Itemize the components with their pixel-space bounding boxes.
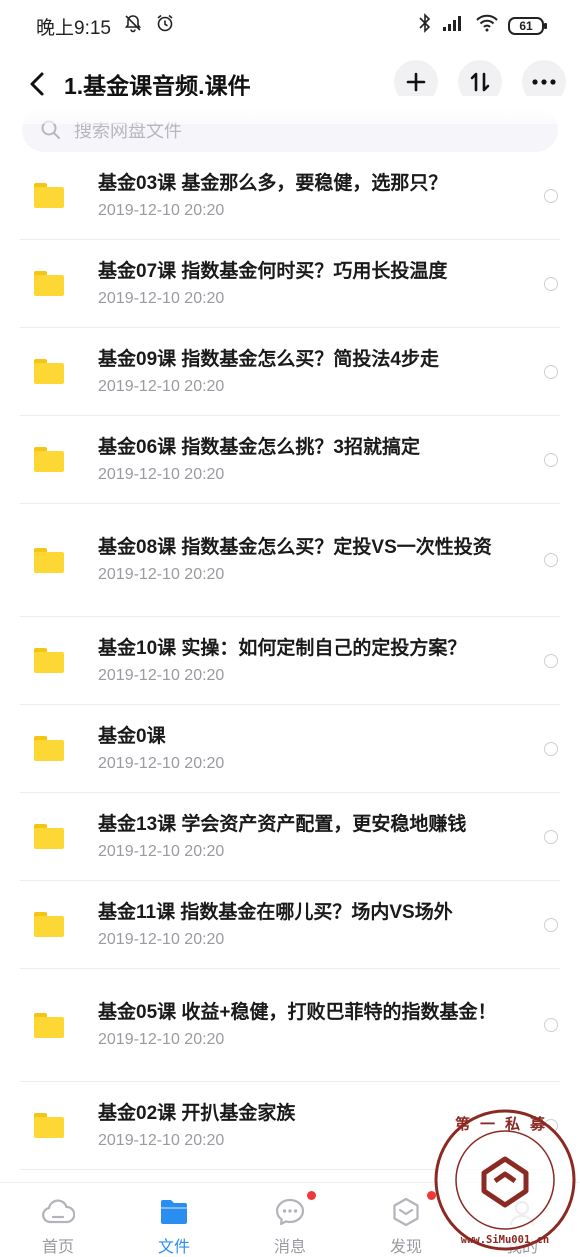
folder-icon bbox=[34, 1113, 64, 1138]
file-row[interactable]: 基金05课 收益+稳健，打败巴菲特的指数基金！ 2019-12-10 20:20 bbox=[20, 969, 560, 1082]
select-checkbox[interactable] bbox=[544, 276, 558, 291]
folder-icon bbox=[34, 271, 64, 296]
status-bar: 晚上9:15 61 bbox=[0, 0, 580, 52]
watermark-top-text: 第一私募 bbox=[455, 1115, 555, 1133]
select-checkbox[interactable] bbox=[544, 553, 558, 567]
file-name: 基金05课 收益+稳健，打败巴菲特的指数基金！ bbox=[98, 1002, 497, 1023]
more-dots-icon bbox=[532, 79, 556, 85]
file-name: 基金13课 学会资产资产配置，更安稳地赚钱 bbox=[98, 813, 467, 835]
file-date: 2019-12-10 20:20 bbox=[98, 1031, 225, 1048]
file-name: 基金06课 指数基金怎么挑？3招就搞定 bbox=[98, 436, 420, 458]
select-checkbox[interactable] bbox=[544, 829, 558, 844]
status-left: 晚上9:15 bbox=[36, 13, 175, 40]
file-name: 基金11课 指数基金在哪儿买？场内VS场外 bbox=[98, 901, 453, 923]
folder-icon bbox=[34, 736, 64, 761]
folder-icon bbox=[34, 359, 64, 384]
mute-bell-icon bbox=[123, 13, 143, 39]
status-time: 晚上9:15 bbox=[36, 17, 111, 39]
folder-icon bbox=[34, 824, 64, 849]
wifi-icon bbox=[476, 14, 498, 38]
cloud-icon bbox=[41, 1197, 75, 1227]
search-fade bbox=[0, 96, 580, 124]
file-row[interactable]: 基金0课 2019-12-10 20:20 bbox=[20, 705, 560, 793]
status-right: 61 bbox=[418, 13, 547, 39]
file-date: 2019-12-10 20:20 bbox=[98, 377, 225, 395]
file-name: 基金08课 指数基金怎么买？定投VS一次性投资 bbox=[98, 537, 492, 558]
chevron-left-icon bbox=[30, 72, 44, 96]
select-checkbox[interactable] bbox=[544, 653, 558, 668]
sort-icon bbox=[470, 72, 490, 92]
message-badge-dot bbox=[307, 1191, 316, 1200]
select-checkbox[interactable] bbox=[544, 188, 558, 203]
nav-home[interactable]: 首页 bbox=[0, 1183, 116, 1257]
select-checkbox[interactable] bbox=[544, 364, 558, 379]
alarm-icon bbox=[155, 13, 175, 39]
folder-icon bbox=[34, 1012, 64, 1038]
file-list: 基金03课 基金那么多，要稳健，选那只？ 2019-12-10 20:20 基金0… bbox=[0, 152, 580, 1170]
nav-messages[interactable]: 消息 bbox=[232, 1183, 348, 1257]
select-checkbox[interactable] bbox=[544, 452, 558, 467]
file-row[interactable]: 基金07课 指数基金何时买？巧用长投温度 2019-12-10 20:20 bbox=[20, 240, 560, 328]
file-date: 2019-12-10 20:20 bbox=[98, 289, 225, 307]
file-row[interactable]: 基金06课 指数基金怎么挑？3招就搞定 2019-12-10 20:20 bbox=[20, 416, 560, 504]
file-row[interactable]: 基金09课 指数基金怎么买？简投法4步走 2019-12-10 20:20 bbox=[20, 328, 560, 416]
bluetooth-icon bbox=[418, 13, 432, 39]
folder-icon bbox=[157, 1197, 191, 1227]
file-date: 2019-12-10 20:20 bbox=[98, 754, 225, 772]
folder-icon bbox=[34, 648, 64, 673]
plus-icon bbox=[406, 72, 426, 92]
file-date: 2019-12-10 20:20 bbox=[98, 465, 225, 483]
file-row[interactable]: 基金11课 指数基金在哪儿买？场内VS场外 2019-12-10 20:20 bbox=[20, 881, 560, 969]
chat-icon bbox=[273, 1197, 307, 1227]
file-name: 基金10课 实操：如何定制自己的定投方案？ bbox=[98, 637, 467, 659]
nav-label: 发现 bbox=[389, 1239, 422, 1256]
file-date: 2019-12-10 20:20 bbox=[98, 666, 225, 684]
nav-label: 首页 bbox=[41, 1239, 74, 1256]
battery-indicator: 61 bbox=[508, 17, 547, 35]
watermark-url-text: www.SiMu001.cn bbox=[461, 1234, 550, 1246]
folder-icon bbox=[34, 447, 64, 472]
select-checkbox[interactable] bbox=[544, 917, 558, 932]
file-row[interactable]: 基金10课 实操：如何定制自己的定投方案？ 2019-12-10 20:20 bbox=[20, 617, 560, 705]
file-row[interactable]: 基金03课 基金那么多，要稳健，选那只？ 2019-12-10 20:20 bbox=[20, 152, 560, 240]
file-date: 2019-12-10 20:20 bbox=[98, 930, 225, 948]
folder-icon bbox=[34, 547, 64, 573]
nav-label: 消息 bbox=[273, 1239, 306, 1256]
nav-label: 文件 bbox=[157, 1239, 190, 1256]
signal-icon bbox=[442, 14, 466, 38]
watermark-seal: 第一私募 www.SiMu001.cn bbox=[434, 1109, 576, 1251]
file-name: 基金07课 指数基金何时买？巧用长投温度 bbox=[98, 260, 448, 282]
folder-icon bbox=[34, 912, 64, 937]
file-date: 2019-12-10 20:20 bbox=[98, 201, 225, 219]
select-checkbox[interactable] bbox=[544, 741, 558, 756]
file-name: 基金09课 指数基金怎么买？简投法4步走 bbox=[98, 348, 439, 370]
file-date: 2019-12-10 20:20 bbox=[98, 842, 225, 860]
file-date: 2019-12-10 20:20 bbox=[98, 566, 225, 583]
cube-icon bbox=[389, 1197, 423, 1227]
file-row[interactable]: 基金13课 学会资产资产配置，更安稳地赚钱 2019-12-10 20:20 bbox=[20, 793, 560, 881]
select-checkbox[interactable] bbox=[544, 1018, 558, 1032]
file-name: 基金0课 bbox=[98, 725, 166, 747]
file-row[interactable]: 基金08课 指数基金怎么买？定投VS一次性投资 2019-12-10 20:20 bbox=[20, 504, 560, 617]
nav-files[interactable]: 文件 bbox=[116, 1183, 232, 1257]
folder-icon bbox=[34, 183, 64, 208]
file-name: 基金03课 基金那么多，要稳健，选那只？ bbox=[98, 172, 448, 194]
